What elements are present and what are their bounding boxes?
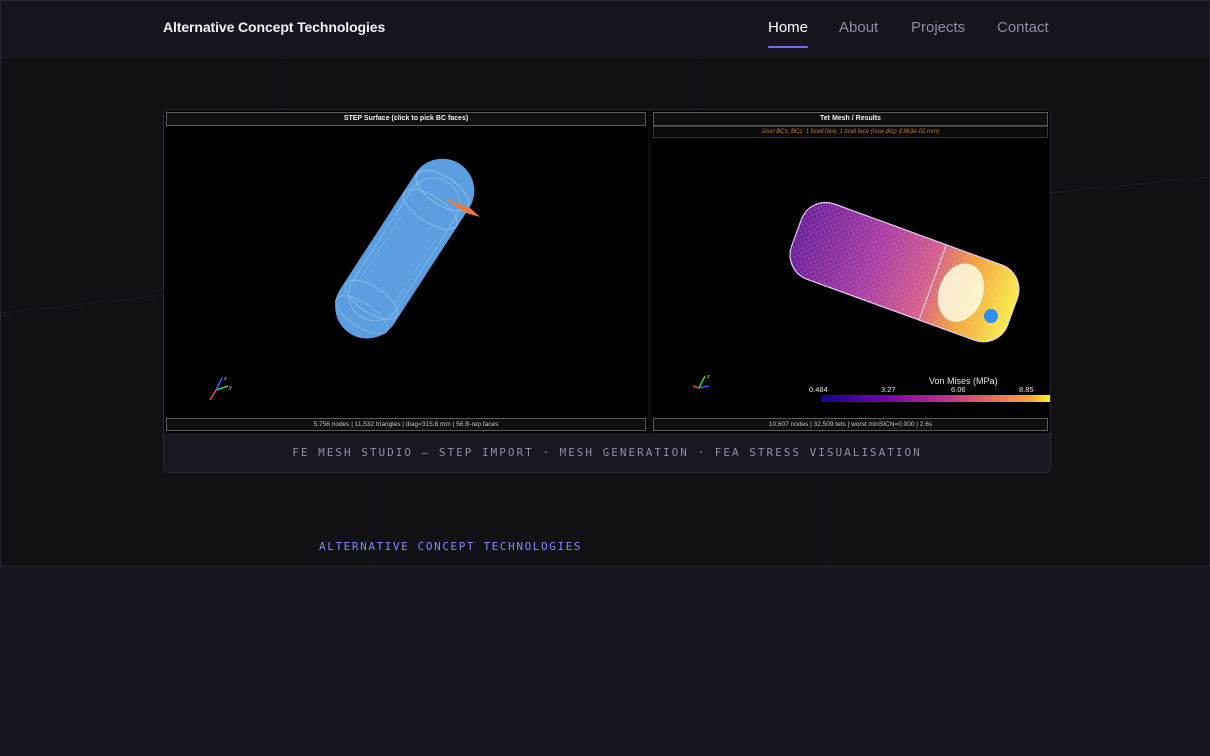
nav-contact-label: Contact: [997, 19, 1049, 36]
app-screenshot: z y STEP Surface (click to pick BC faces…: [164, 110, 1050, 433]
nav-about-label: About: [839, 19, 879, 36]
nav-active-underline: [768, 46, 809, 48]
colorbar-tick: 8.85: [1019, 385, 1034, 394]
nav-home-label: Home: [768, 19, 809, 36]
colorbar-tick: 0.484: [809, 385, 828, 394]
left-panel-status: 5,756 nodes | 11,532 triangles | diag=31…: [166, 418, 646, 431]
step-surface-viewport[interactable]: z y STEP Surface (click to pick BC faces…: [164, 110, 648, 433]
von-mises-colorbar: [821, 395, 1050, 402]
right-panel-status: 10,607 nodes | 32,509 tets | worst minSI…: [653, 418, 1048, 431]
nav-contact[interactable]: Contact: [997, 19, 1049, 36]
top-navbar: Alternative Concept Technologies Home Ab…: [1, 1, 1209, 59]
nav-about[interactable]: About: [839, 19, 878, 36]
right-panel-title: Tet Mesh / Results: [653, 112, 1048, 126]
nav-projects-label: Projects: [911, 19, 966, 36]
nav-home[interactable]: Home: [768, 19, 809, 48]
main-nav: Home About Projects Contact: [1, 19, 1209, 53]
colorbar-tick: 3.27: [881, 385, 896, 394]
project-showcase-card: z y STEP Surface (click to pick BC faces…: [163, 109, 1051, 473]
svg-text:z: z: [707, 374, 710, 380]
axis-triad-icon: z y: [209, 376, 232, 401]
svg-text:y: y: [229, 385, 232, 391]
left-panel-title: STEP Surface (click to pick BC faces): [166, 112, 646, 126]
right-panel-bc-summary: User BCs: BCs: 1 fixed face, 1 load face…: [653, 126, 1048, 138]
tet-mesh-viewport[interactable]: z Tet Mesh / Results User BCs: BCs: 1 fi…: [651, 110, 1050, 433]
project-caption: FE MESH STUDIO — STEP IMPORT · MESH GENE…: [164, 433, 1050, 472]
svg-text:z: z: [224, 376, 227, 382]
section-brand-label: ALTERNATIVE CONCEPT TECHNOLOGIES: [319, 540, 583, 553]
colorbar-tick: 6.06: [951, 385, 966, 394]
hero-section: Alternative Concept Technologies Home Ab…: [0, 0, 1210, 567]
nav-projects[interactable]: Projects: [911, 19, 965, 36]
